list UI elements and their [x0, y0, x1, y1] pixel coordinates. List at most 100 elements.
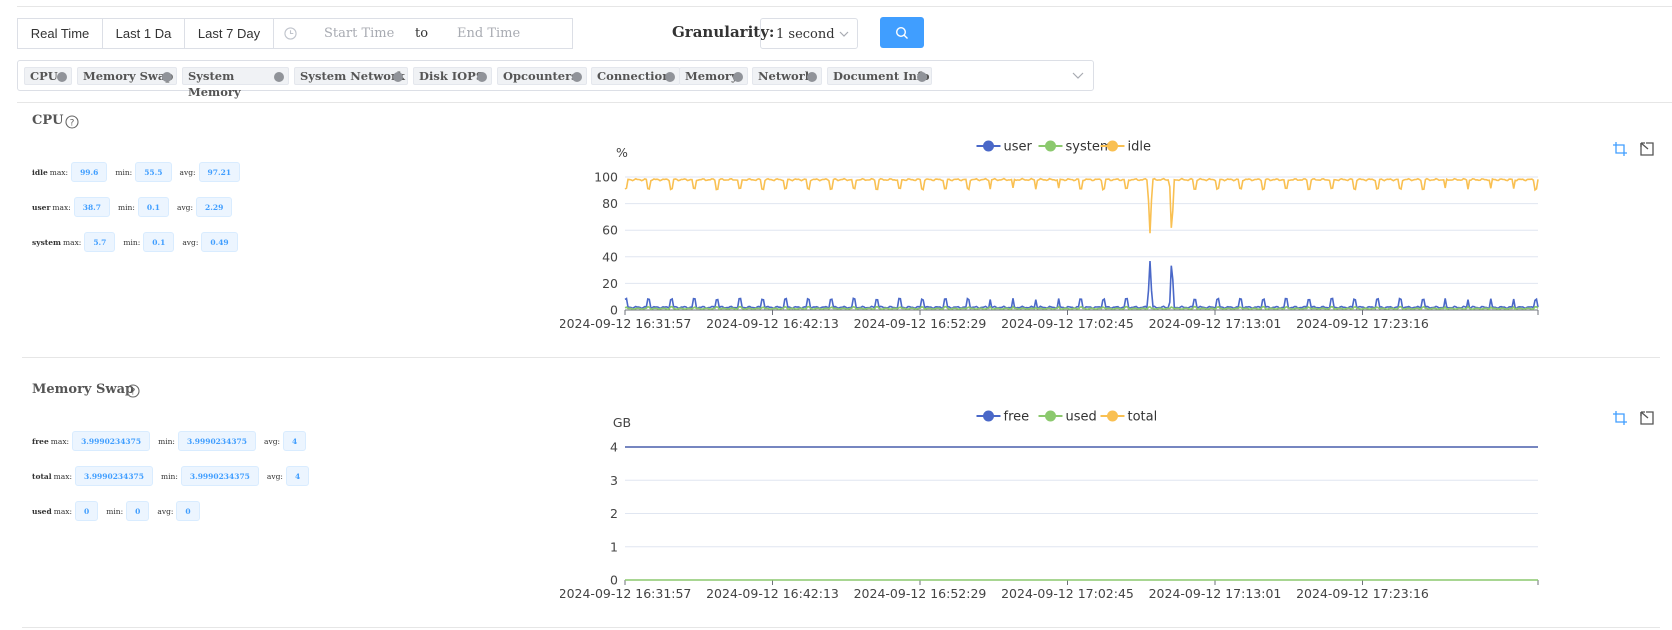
legend-marker — [1045, 410, 1056, 422]
swap-stat-total: total max: 3.9990234375 min: 3.9990234375 a… — [32, 466, 315, 486]
stat-avg-value: 4 — [283, 431, 307, 451]
legend-marker — [983, 140, 994, 152]
stat-max-value: 38.7 — [73, 197, 111, 217]
tag-label: Opcounters — [503, 69, 578, 83]
stat-max-label: max: — [62, 237, 82, 247]
cpu-stat-system: system max: 5.7 min: 0.1 avg: 0.49 — [32, 232, 244, 252]
tag-label: Disk IOPS — [419, 69, 485, 83]
y-tick-label: 100 — [594, 170, 618, 185]
granularity-select[interactable]: 1 second — [760, 18, 858, 49]
stat-avg-value: 4 — [285, 466, 310, 486]
x-tick-label: 2024-09-12 16:52:29 — [854, 316, 987, 331]
tag-close-icon[interactable] — [162, 72, 172, 82]
x-tick-label: 2024-09-12 16:52:29 — [854, 586, 987, 601]
stat-min-value: 0 — [126, 501, 150, 521]
search-button[interactable] — [880, 17, 924, 48]
tag-close-icon[interactable] — [57, 72, 67, 82]
cpu-chart[interactable]: %0204060801002024-09-12 16:31:57 2024-09-… — [560, 130, 1560, 335]
tag-network: Network — [752, 67, 822, 85]
tag-label: System Network — [300, 69, 405, 83]
tag-close-icon[interactable] — [733, 72, 743, 82]
restore-icon[interactable] — [1638, 410, 1654, 426]
y-axis-unit: GB — [613, 415, 631, 430]
y-tick-label: 40 — [602, 249, 618, 264]
tag-memory-swap: Memory Swap — [77, 67, 177, 85]
swap-section-title: Memory Swap — [32, 382, 135, 397]
memory-swap-chart[interactable]: GB012342024-09-12 16:31:57 2024-09-12 16:… — [560, 400, 1560, 605]
stat-name: user — [32, 202, 51, 212]
series-line-system — [624, 305, 1539, 311]
tag-memory: Memory — [679, 67, 748, 85]
x-tick-label: 2024-09-12 17:02:45 — [1001, 316, 1134, 331]
tag-cpu: CPU — [24, 67, 72, 85]
legend-label: idle — [1128, 140, 1151, 155]
x-tick-label: 2024-09-12 16:31:57 — [560, 586, 691, 601]
stat-avg-value: 2.29 — [196, 197, 233, 217]
y-tick-label: 3 — [610, 473, 618, 488]
tag-close-icon[interactable] — [393, 72, 403, 82]
top-divider — [17, 6, 1672, 7]
legend-label: total — [1128, 410, 1158, 425]
svg-text:?: ? — [131, 388, 136, 398]
tag-label: Memory Swap — [83, 69, 174, 83]
series-line-user — [624, 261, 1539, 310]
date-range-picker[interactable]: Start Time to End Time — [273, 18, 573, 49]
stat-min-label: min: — [115, 167, 133, 177]
help-icon[interactable]: ? — [126, 384, 140, 398]
cpu-stat-user: user max: 38.7 min: 0.1 avg: 2.29 — [32, 197, 238, 217]
granularity-value: 1 second — [776, 27, 835, 42]
x-tick-label: 2024-09-12 17:02:45 — [1001, 586, 1134, 601]
legend-label: user — [1004, 140, 1033, 155]
stat-max-value: 0 — [75, 501, 99, 521]
stat-avg-label: avg: — [182, 237, 199, 247]
x-tick-label: 2024-09-12 17:23:16 — [1296, 316, 1429, 331]
stat-name: idle — [32, 167, 48, 177]
swap-stat-free: free max: 3.9990234375 min: 3.9990234375 av… — [32, 431, 312, 451]
stat-name: free — [32, 436, 49, 446]
stat-max-label: max: — [53, 506, 73, 516]
stat-avg-value: 0.49 — [201, 232, 238, 252]
legend-label: used — [1066, 410, 1097, 425]
tag-close-icon[interactable] — [807, 72, 817, 82]
y-tick-label: 2 — [610, 506, 618, 521]
zoom-icon[interactable] — [1612, 141, 1628, 157]
legend-item-user: user — [976, 140, 1033, 155]
cpu-section-title: CPU — [32, 113, 64, 128]
end-time-input[interactable]: End Time — [457, 26, 520, 41]
y-tick-label: 80 — [602, 196, 618, 211]
range-button-last-1-day[interactable]: Last 1 Da — [102, 18, 185, 49]
help-icon[interactable]: ? — [65, 115, 79, 129]
stat-max-value: 3.9990234375 — [74, 466, 153, 486]
stat-avg-value: 0 — [176, 501, 200, 521]
chevron-down-icon[interactable] — [1072, 72, 1084, 80]
start-time-input[interactable]: Start Time — [324, 26, 394, 41]
y-tick-label: 60 — [602, 223, 618, 238]
stat-avg-value: 97.21 — [198, 162, 241, 182]
stat-name: system — [32, 237, 61, 247]
tag-close-icon[interactable] — [274, 72, 284, 82]
stat-max-label: max: — [49, 167, 69, 177]
stat-avg-label: avg: — [263, 436, 281, 446]
range-button-realtime[interactable]: Real Time — [17, 18, 103, 49]
restore-icon[interactable] — [1638, 141, 1654, 157]
stat-min-value: 0.1 — [137, 197, 169, 217]
tag-close-icon[interactable] — [477, 72, 487, 82]
tag-disk-iops: Disk IOPS — [413, 67, 492, 85]
legend-marker — [983, 410, 994, 422]
range-button-last-7-days[interactable]: Last 7 Day — [184, 18, 274, 49]
zoom-icon[interactable] — [1612, 410, 1628, 426]
tag-close-icon[interactable] — [572, 72, 582, 82]
section-divider — [22, 627, 1660, 628]
tag-document-info: Document Info — [827, 67, 932, 85]
metric-tag-select[interactable]: CPU Memory Swap System Memory System Net… — [17, 60, 1094, 99]
tag-opcounters: Opcounters — [497, 67, 587, 85]
tag-label: Connection — [597, 69, 671, 83]
tag-close-icon[interactable] — [917, 72, 927, 82]
legend-item-used: used — [1038, 410, 1097, 425]
legend-item-total: total — [1100, 410, 1158, 425]
tag-close-icon[interactable] — [665, 72, 675, 82]
y-tick-label: 1 — [610, 539, 618, 554]
legend-item-free: free — [976, 410, 1029, 425]
cpu-stat-idle: idle max: 99.6 min: 55.5 avg: 97.21 — [32, 162, 246, 182]
stat-avg-label: avg: — [266, 471, 283, 481]
